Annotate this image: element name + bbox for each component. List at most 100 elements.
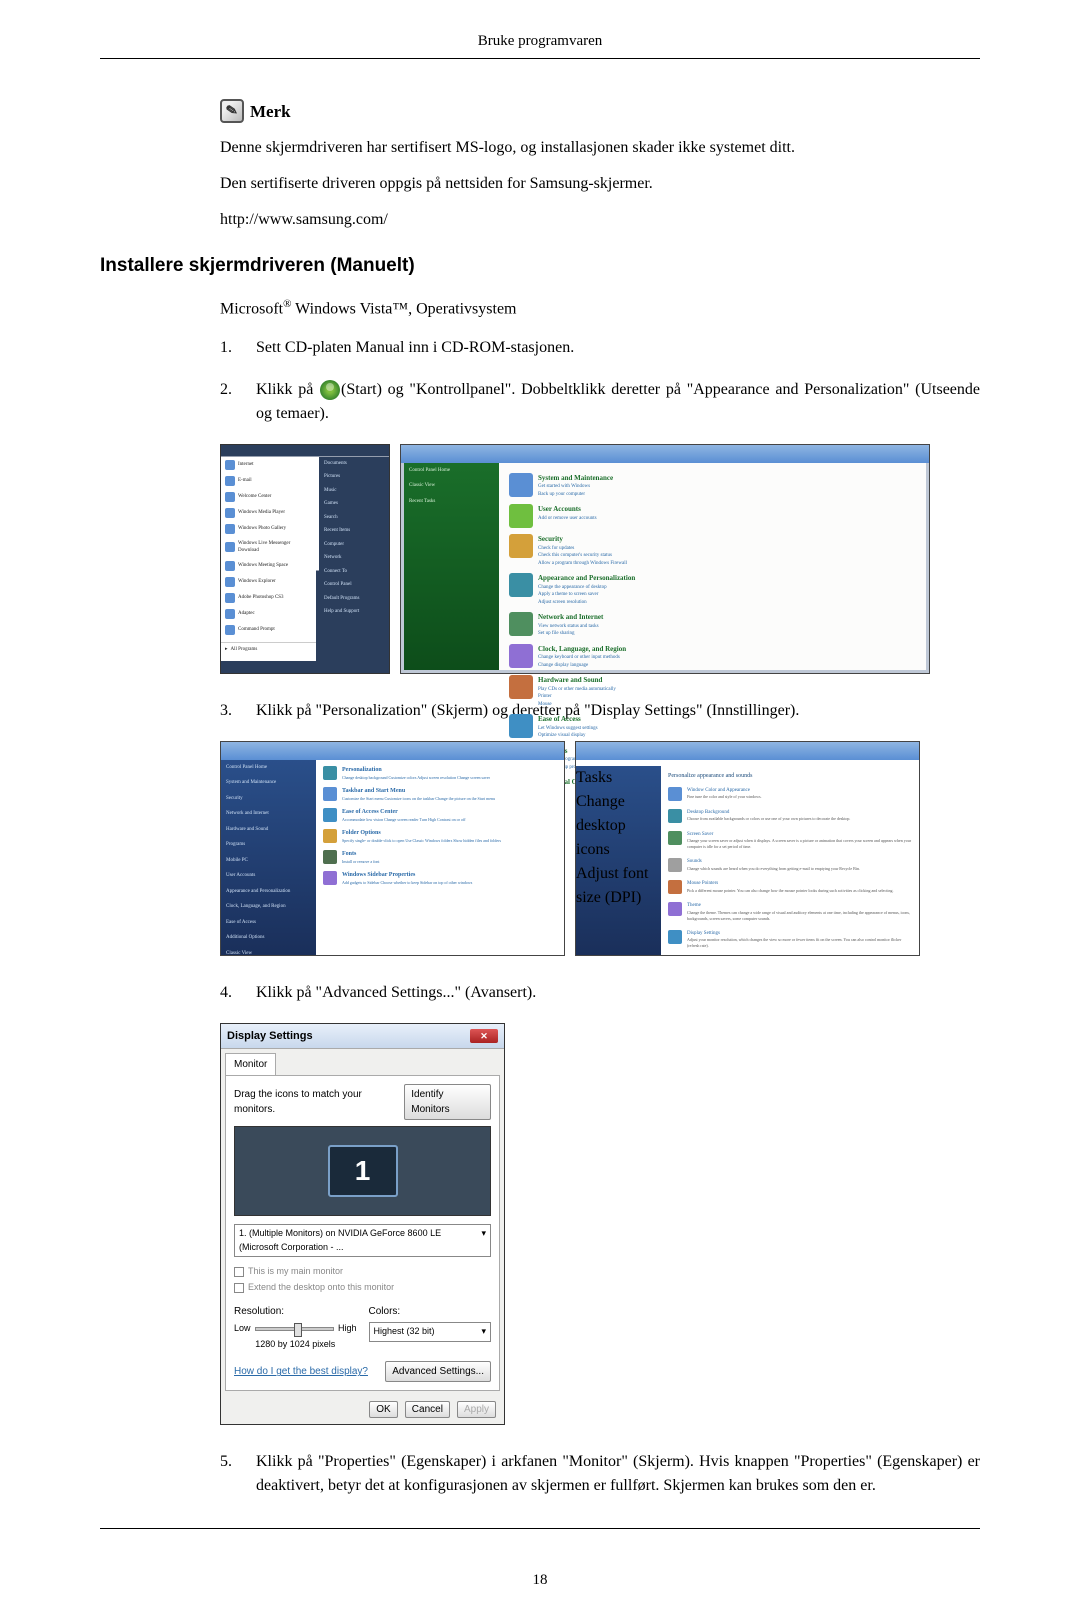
perso-category[interactable]: Ease of Access CenterAccommodate low vis… <box>323 808 557 823</box>
cp-category-link[interactable]: Set up file sharing <box>538 630 709 638</box>
perso-category-links[interactable]: Add gadgets to Sidebar Choose whether to… <box>342 880 472 886</box>
perso-sidebar-item[interactable]: User Accounts <box>221 868 316 884</box>
cp-category-link[interactable]: Printer <box>538 693 709 701</box>
perso-sidebar-item[interactable]: System and Maintenance <box>221 775 316 791</box>
cp-category-link[interactable]: View network status and tasks <box>538 623 709 631</box>
cp-category-title[interactable]: Clock, Language, and Region <box>538 644 709 655</box>
start-menu-item[interactable]: E-mail <box>221 473 316 489</box>
start-menu-item[interactable]: Windows Live Messenger Download <box>221 537 316 558</box>
extend-desktop-checkbox[interactable] <box>234 1283 244 1293</box>
cp-category-title[interactable]: Hardware and Sound <box>538 675 709 686</box>
perso-task-item[interactable]: Tasks <box>576 766 661 790</box>
start-menu-right-item[interactable]: Documents <box>319 457 389 471</box>
perso-category-links[interactable]: Specify single- or double-click to open … <box>342 838 501 844</box>
perso-category-links[interactable]: Change desktop background Customize colo… <box>342 775 490 781</box>
perso-category-title[interactable]: Folder Options <box>342 829 501 838</box>
cp-sidebar-item[interactable]: Control Panel Home <box>404 463 499 479</box>
perso-option-title[interactable]: Screen Saver <box>687 831 912 839</box>
resolution-slider[interactable]: Low High <box>234 1322 357 1336</box>
cp-sidebar-item[interactable]: Classic View <box>404 478 499 494</box>
cp-category-title[interactable]: User Accounts <box>538 504 709 515</box>
perso-category-title[interactable]: Taskbar and Start Menu <box>342 787 495 796</box>
perso-sidebar-item[interactable]: Ease of Access <box>221 915 316 931</box>
identify-monitors-button[interactable]: Identify Monitors <box>404 1084 491 1120</box>
cp-category-title[interactable]: System and Maintenance <box>538 473 709 484</box>
perso-sidebar-item[interactable]: Appearance and Personalization <box>221 884 316 900</box>
cp-category-title[interactable]: Network and Internet <box>538 612 709 623</box>
perso-sidebar-item[interactable]: Control Panel Home <box>221 760 316 776</box>
perso-option[interactable]: Mouse PointersPick a different mouse poi… <box>668 880 912 894</box>
start-menu-right-item[interactable]: Recent Items <box>319 524 389 538</box>
perso-sidebar-item[interactable]: Programs <box>221 837 316 853</box>
perso-category-links[interactable]: Accommodate low vision Change screen rea… <box>342 817 466 823</box>
perso-option-title[interactable]: Window Color and Appearance <box>687 787 762 795</box>
help-link[interactable]: How do I get the best display? <box>234 1364 368 1379</box>
perso-option-title[interactable]: Mouse Pointers <box>687 880 893 888</box>
cp-category-link[interactable]: Apply a theme to screen saver <box>538 591 709 599</box>
start-menu-item[interactable]: Adobe Photoshop CS3 <box>221 590 316 606</box>
perso-category-title[interactable]: Ease of Access Center <box>342 808 466 817</box>
perso-sidebar-item[interactable]: Network and Internet <box>221 806 316 822</box>
start-menu-item[interactable]: Internet <box>221 457 316 473</box>
monitor-arrangement-area[interactable]: 1 <box>234 1126 491 1216</box>
start-menu-item[interactable]: Windows Meeting Space <box>221 558 316 574</box>
cp-category-link[interactable]: Mouse <box>538 701 709 709</box>
colors-dropdown[interactable]: Highest (32 bit)▾ <box>369 1322 492 1342</box>
start-menu-right-item[interactable]: Games <box>319 497 389 511</box>
main-monitor-checkbox[interactable] <box>234 1267 244 1277</box>
start-menu-right-item[interactable]: Search <box>319 511 389 525</box>
perso-option[interactable]: Window Color and AppearanceFine tune the… <box>668 787 912 801</box>
start-menu-right-item[interactable]: Control Panel <box>319 578 389 592</box>
perso-sidebar-item[interactable]: Hardware and Sound <box>221 822 316 838</box>
cancel-button[interactable]: Cancel <box>405 1401 450 1418</box>
perso-sidebar-item[interactable]: Clock, Language, and Region <box>221 899 316 915</box>
cp-category-title[interactable]: Security <box>538 534 709 545</box>
perso-category[interactable]: PersonalizationChange desktop background… <box>323 766 557 781</box>
perso-category[interactable]: FontsInstall or remove a font <box>323 850 557 865</box>
start-menu-item[interactable]: Windows Photo Gallery <box>221 521 316 537</box>
cp-category-link[interactable]: Check this computer's security status <box>538 552 709 560</box>
monitor-tab[interactable]: Monitor <box>225 1053 276 1075</box>
cp-category[interactable]: Network and InternetView network status … <box>509 612 709 638</box>
cp-category-link[interactable]: Check for updates <box>538 545 709 553</box>
perso-sidebar-item[interactable]: Classic View <box>221 946 316 962</box>
start-menu-right-item[interactable]: Help and Support <box>319 605 389 619</box>
cp-category-link[interactable]: Optimize visual display <box>538 732 709 740</box>
cp-category[interactable]: User AccountsAdd or remove user accounts <box>509 504 709 528</box>
start-menu-right-item[interactable]: Computer <box>319 538 389 552</box>
cp-category[interactable]: SecurityCheck for updatesCheck this comp… <box>509 534 709 567</box>
cp-category[interactable]: System and MaintenanceGet started with W… <box>509 473 709 499</box>
perso-option[interactable]: SoundsChange which sounds are heard when… <box>668 858 912 872</box>
perso-option-title[interactable]: Display Settings <box>687 930 912 938</box>
ok-button[interactable]: OK <box>369 1401 397 1418</box>
cp-category-link[interactable]: Add or remove user accounts <box>538 515 709 523</box>
perso-category[interactable]: Folder OptionsSpecify single- or double-… <box>323 829 557 844</box>
perso-option[interactable]: Screen SaverChange your screen saver or … <box>668 831 912 851</box>
start-menu-right-item[interactable]: Connect To <box>319 565 389 579</box>
perso-option[interactable]: ThemeChange the theme. Themes can change… <box>668 902 912 922</box>
cp-category-link[interactable]: Let Windows suggest settings <box>538 725 709 733</box>
cp-sidebar-item[interactable]: Recent Tasks <box>404 494 499 510</box>
perso-category-title[interactable]: Fonts <box>342 850 380 859</box>
start-menu-right-item[interactable]: Network <box>319 551 389 565</box>
cp-category-title[interactable]: Ease of Access <box>538 714 709 725</box>
cp-category-link[interactable]: Allow a program through Windows Firewall <box>538 560 709 568</box>
perso-category-title[interactable]: Personalization <box>342 766 490 775</box>
perso-category-links[interactable]: Customize the Start menu Customize icons… <box>342 796 495 802</box>
perso-option[interactable]: Desktop BackgroundChoose from available … <box>668 809 912 823</box>
advanced-settings-button[interactable]: Advanced Settings... <box>385 1361 491 1382</box>
start-menu-right-item[interactable]: Default Programs <box>319 592 389 606</box>
cp-category-link[interactable]: Change the appearance of desktop <box>538 584 709 592</box>
perso-sidebar-item[interactable]: Security <box>221 791 316 807</box>
cp-category-link[interactable]: Back up your computer <box>538 491 709 499</box>
perso-sidebar-item[interactable]: Additional Options <box>221 930 316 946</box>
apply-button[interactable]: Apply <box>457 1401 496 1418</box>
cp-category[interactable]: Ease of AccessLet Windows suggest settin… <box>509 714 709 740</box>
cp-category-link[interactable]: Change keyboard or other input methods <box>538 654 709 662</box>
cp-category-title[interactable]: Appearance and Personalization <box>538 573 709 584</box>
perso-task-item[interactable]: Change desktop icons <box>576 790 661 862</box>
cp-category-link[interactable]: Change display language <box>538 662 709 670</box>
start-menu-item[interactable]: Command Prompt <box>221 622 316 638</box>
perso-task-item[interactable]: Adjust font size (DPI) <box>576 862 661 910</box>
cp-category-link[interactable]: Get started with Windows <box>538 483 709 491</box>
